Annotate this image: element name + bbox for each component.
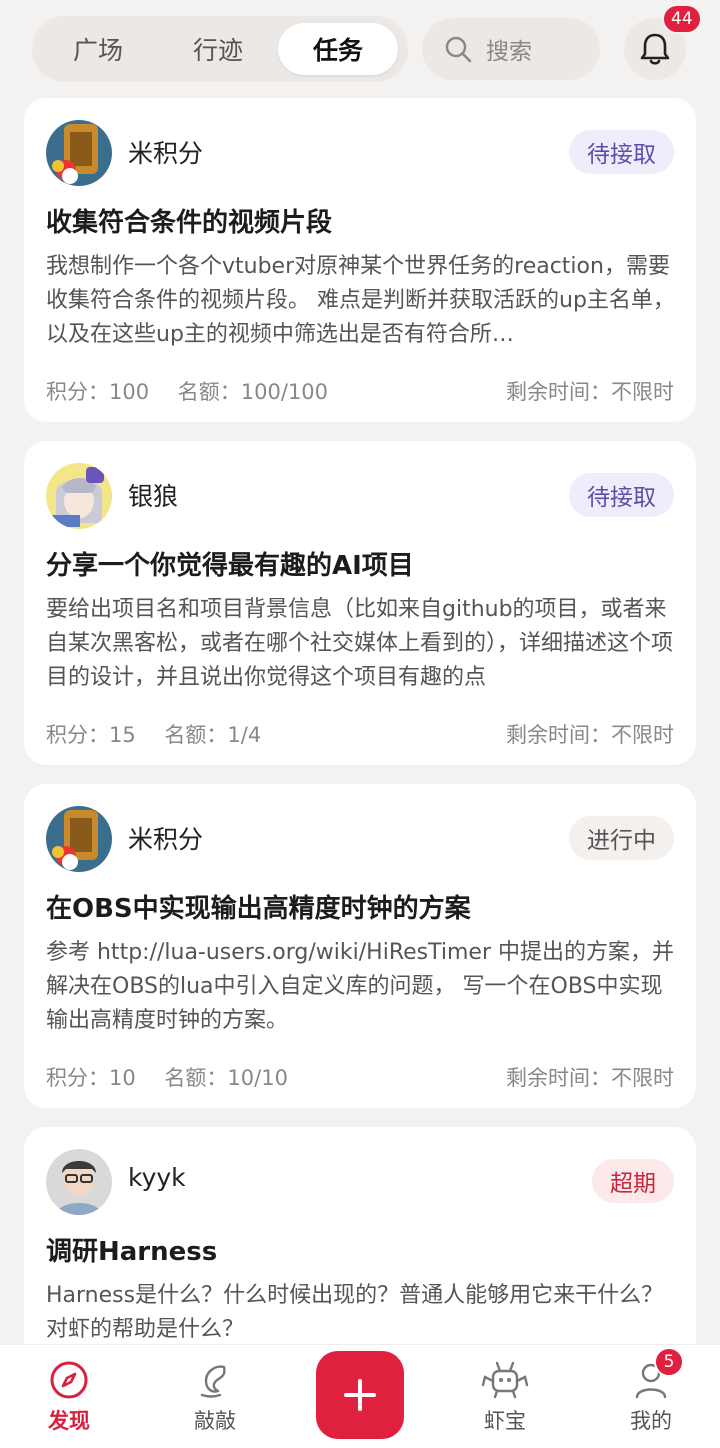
nav-discover-label: 发现	[48, 1409, 90, 1433]
task-description: 要给出项目名和项目背景信息（比如来自github的项目，或者来自某次黑客松，或者…	[46, 597, 674, 690]
bottom-nav: 发现 敲敲 虾宝 我的 5	[0, 1344, 720, 1448]
time-left: 剩余时间：不限时	[506, 380, 674, 404]
avatar	[46, 463, 112, 529]
author-name: kyyk	[128, 1163, 186, 1192]
top-bar: 广场 行迹 任务 搜索 44	[0, 0, 720, 98]
me-badge: 5	[654, 1347, 684, 1377]
task-card[interactable]: 米积分 待接取 收集符合条件的视频片段 我想制作一个各个vtuber对原神某个世…	[24, 98, 696, 422]
nav-shrimp[interactable]: 虾宝	[450, 1359, 560, 1435]
shrimp-tail-icon	[200, 1365, 226, 1398]
task-card[interactable]: 米积分 进行中 在OBS中实现输出高精度时钟的方案 参考 http://lua-…	[24, 784, 696, 1108]
tab-switcher: 广场 行迹 任务	[32, 16, 408, 82]
points: 积分：100	[46, 380, 150, 404]
nav-discover[interactable]: 发现	[14, 1359, 124, 1435]
quota: 名额：1/4	[164, 723, 262, 747]
status-badge: 待接取	[569, 130, 674, 174]
status-badge: 进行中	[569, 816, 674, 860]
points: 积分：10	[46, 1066, 136, 1090]
author-name: 米积分	[128, 139, 204, 168]
nav-knock[interactable]: 敲敲	[160, 1359, 270, 1435]
plus-icon	[344, 1379, 376, 1411]
tab-trails[interactable]: 行迹	[158, 23, 278, 75]
task-title: 在OBS中实现输出高精度时钟的方案	[46, 894, 471, 924]
task-description: 我想制作一个各个vtuber对原神某个世界任务的reaction，需要收集符合条…	[46, 254, 675, 347]
compass-icon	[50, 1361, 88, 1399]
task-title: 调研Harness	[46, 1237, 218, 1267]
tab-square[interactable]: 广场	[38, 23, 158, 75]
bell-icon	[640, 33, 670, 65]
robot-crab-icon	[481, 1361, 529, 1399]
task-meta: 积分：100 名额：100/100	[46, 376, 328, 406]
avatar	[46, 1149, 112, 1215]
task-description: 参考 http://lua-users.org/wiki/HiResTimer …	[46, 940, 674, 1033]
search-icon	[445, 36, 472, 63]
author-name: 银狼	[128, 482, 179, 511]
points: 积分：15	[46, 723, 136, 747]
status-badge: 超期	[592, 1159, 674, 1203]
time-left: 剩余时间：不限时	[506, 1066, 674, 1090]
tab-tasks[interactable]: 任务	[278, 23, 398, 75]
search-box[interactable]: 搜索	[422, 18, 600, 80]
task-description: Harness是什么？什么时候出现的？普通人能够用它来干什么？对虾的帮助是什么？	[46, 1283, 664, 1342]
task-meta: 积分：15 名额：1/4	[46, 719, 261, 749]
task-title: 分享一个你觉得最有趣的AI项目	[46, 551, 414, 581]
nav-knock-label: 敲敲	[194, 1409, 236, 1433]
notification-badge: 44	[662, 4, 702, 34]
time-left: 剩余时间：不限时	[506, 723, 674, 747]
create-task-button[interactable]	[316, 1351, 404, 1439]
nav-me-label: 我的	[630, 1409, 672, 1433]
quota: 名额：10/10	[164, 1066, 288, 1090]
avatar	[46, 120, 112, 186]
avatar	[46, 806, 112, 872]
author-name: 米积分	[128, 825, 204, 854]
task-title: 收集符合条件的视频片段	[46, 208, 333, 238]
task-card[interactable]: 银狼 待接取 分享一个你觉得最有趣的AI项目 要给出项目名和项目背景信息（比如来…	[24, 441, 696, 765]
status-badge: 待接取	[569, 473, 674, 517]
search-placeholder: 搜索	[486, 39, 532, 65]
task-meta: 积分：10 名额：10/10	[46, 1062, 288, 1092]
quota: 名额：100/100	[177, 380, 329, 404]
nav-shrimp-label: 虾宝	[484, 1409, 526, 1433]
nav-me[interactable]: 我的	[596, 1359, 706, 1435]
